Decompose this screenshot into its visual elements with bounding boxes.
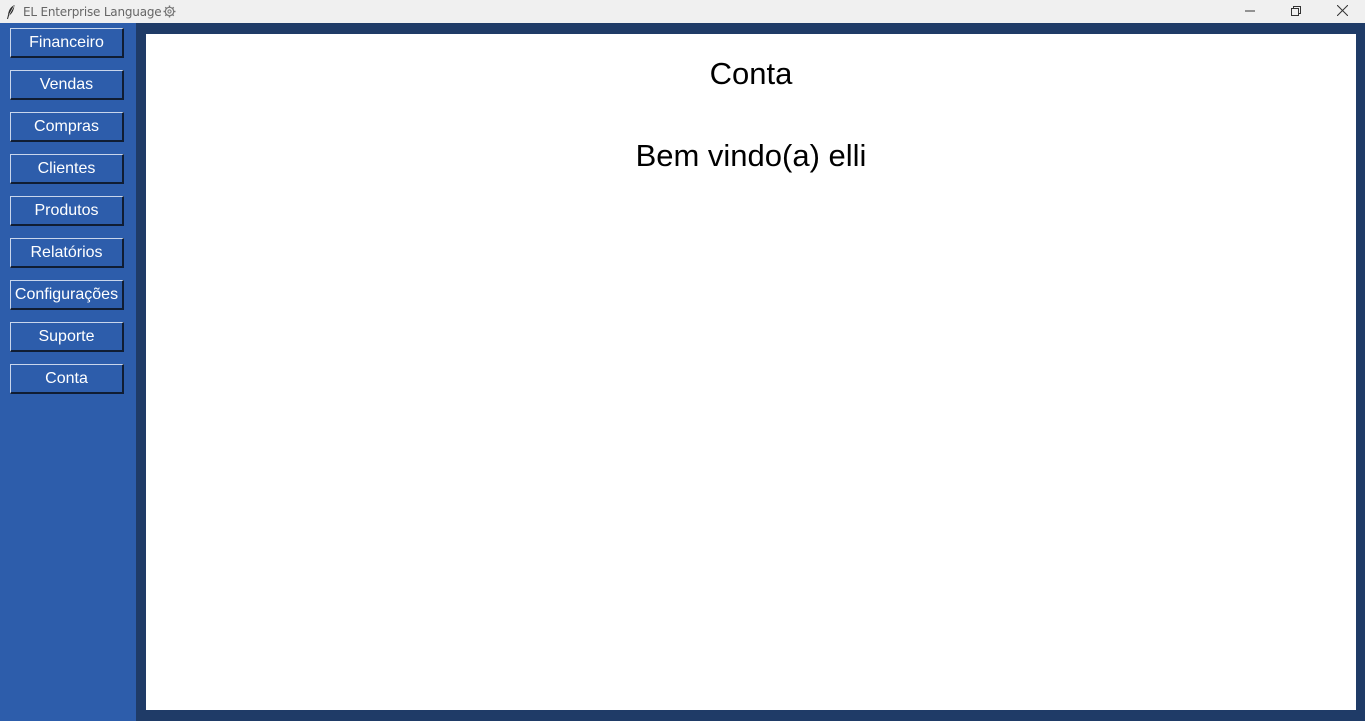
restore-icon xyxy=(1291,3,1301,21)
window-controls xyxy=(1227,0,1365,23)
window-title: EL Enterprise Language xyxy=(23,4,162,19)
welcome-message: Bem vindo(a) elli xyxy=(635,138,867,173)
sidebar-item-clientes[interactable]: Clientes xyxy=(10,154,124,184)
sidebar-item-vendas[interactable]: Vendas xyxy=(10,70,124,100)
sidebar-item-relatorios[interactable]: Relatórios xyxy=(10,238,124,268)
gear-icon xyxy=(163,5,176,18)
sidebar-item-produtos[interactable]: Produtos xyxy=(10,196,124,226)
restore-button[interactable] xyxy=(1273,0,1319,23)
app-window: EL Enterprise Language Financeiro Vendas… xyxy=(0,0,1365,721)
feather-icon xyxy=(3,4,19,20)
sidebar-item-financeiro[interactable]: Financeiro xyxy=(10,28,124,58)
sidebar-item-compras[interactable]: Compras xyxy=(10,112,124,142)
sidebar-item-suporte[interactable]: Suporte xyxy=(10,322,124,352)
sidebar-item-conta[interactable]: Conta xyxy=(10,364,124,394)
title-bar[interactable]: EL Enterprise Language xyxy=(0,0,1365,23)
content-panel: Conta Bem vindo(a) elli xyxy=(146,34,1356,710)
minimize-button[interactable] xyxy=(1227,0,1273,23)
minimize-icon xyxy=(1245,3,1255,21)
sidebar-item-configuracoes[interactable]: Configurações xyxy=(10,280,124,310)
sidebar: Financeiro Vendas Compras Clientes Produ… xyxy=(0,23,136,721)
close-icon xyxy=(1336,3,1348,21)
close-button[interactable] xyxy=(1319,0,1365,23)
page-title: Conta xyxy=(709,56,793,91)
